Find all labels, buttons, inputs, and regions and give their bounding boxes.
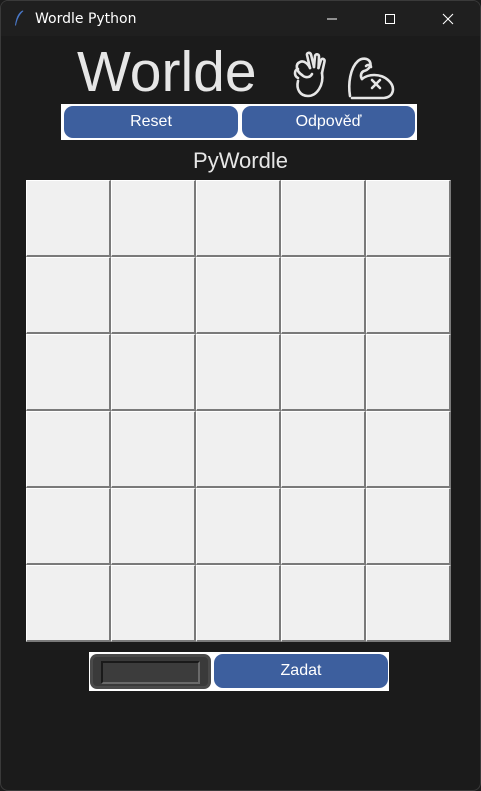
flexed-biceps-icon bbox=[347, 57, 395, 100]
grid-cell bbox=[26, 411, 111, 488]
grid-cell bbox=[26, 334, 111, 411]
grid-cell bbox=[111, 180, 196, 257]
header-title: Worlde bbox=[77, 40, 257, 104]
grid-cell bbox=[366, 565, 451, 642]
maximize-button[interactable] bbox=[361, 1, 419, 36]
grid-cell bbox=[111, 411, 196, 488]
reset-button[interactable]: Reset bbox=[64, 106, 238, 138]
letter-grid bbox=[26, 180, 451, 642]
grid-cell bbox=[281, 334, 366, 411]
answer-button[interactable]: Odpověď bbox=[242, 106, 415, 138]
maximize-icon bbox=[385, 13, 395, 24]
grid-cell bbox=[281, 565, 366, 642]
submit-button[interactable]: Zadat bbox=[214, 654, 388, 688]
grid-cell bbox=[26, 565, 111, 642]
guess-entry-bar: Zadat bbox=[89, 652, 389, 691]
grid-cell bbox=[366, 180, 451, 257]
grid-cell bbox=[196, 411, 281, 488]
guess-input-frame bbox=[90, 654, 211, 689]
grid-cell bbox=[26, 180, 111, 257]
grid-cell bbox=[111, 257, 196, 334]
grid-cell bbox=[196, 488, 281, 565]
minimize-icon bbox=[327, 18, 337, 19]
grid-cell bbox=[281, 257, 366, 334]
grid-cell bbox=[366, 334, 451, 411]
minimize-button[interactable] bbox=[303, 1, 361, 36]
subtitle: PyWordle bbox=[193, 148, 288, 173]
feather-icon bbox=[15, 10, 24, 26]
action-buttons: Reset Odpověď bbox=[61, 104, 417, 140]
grid-cell bbox=[111, 565, 196, 642]
grid-cell bbox=[366, 257, 451, 334]
grid-cell bbox=[111, 488, 196, 565]
ok-hand-icon bbox=[293, 51, 326, 98]
close-button[interactable] bbox=[419, 1, 477, 36]
guess-input[interactable] bbox=[101, 661, 200, 684]
grid-cell bbox=[281, 180, 366, 257]
grid-cell bbox=[281, 411, 366, 488]
grid-cell bbox=[26, 488, 111, 565]
window-title: Wordle Python bbox=[35, 11, 137, 27]
grid-cell bbox=[196, 565, 281, 642]
app-window: Wordle Python Worlde Reset Odpověď PyWor… bbox=[0, 0, 481, 791]
grid-cell bbox=[366, 488, 451, 565]
grid-cell bbox=[196, 180, 281, 257]
grid-cell bbox=[26, 257, 111, 334]
grid-cell bbox=[111, 334, 196, 411]
grid-cell bbox=[366, 411, 451, 488]
close-icon bbox=[442, 13, 454, 24]
grid-cell bbox=[196, 334, 281, 411]
title-bar[interactable]: Wordle Python bbox=[1, 1, 480, 36]
grid-cell bbox=[281, 488, 366, 565]
grid-cell bbox=[196, 257, 281, 334]
